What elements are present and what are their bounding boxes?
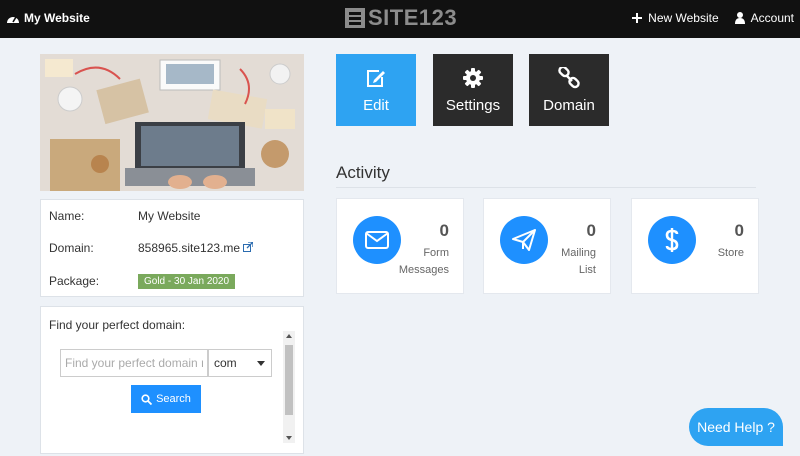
logo-text: SITE123 xyxy=(368,5,458,30)
site-name: My Website xyxy=(24,11,90,25)
search-button[interactable]: Search xyxy=(131,385,201,413)
activity-divider xyxy=(336,187,756,188)
dollar-icon xyxy=(648,216,696,264)
settings-label: Settings xyxy=(445,97,501,114)
search-icon xyxy=(141,393,153,405)
store-label: Store xyxy=(717,247,744,259)
top-bar: My Website SITE123 New Website Account xyxy=(0,0,800,38)
new-website-label: New Website xyxy=(648,11,719,25)
panel-scrollbar[interactable] xyxy=(283,331,295,443)
mailing-list-label-2: List xyxy=(578,264,596,276)
domain-label-text: Domain xyxy=(543,97,595,114)
link-icon xyxy=(558,67,580,89)
mailing-list-card[interactable]: 0 Mailing List xyxy=(483,198,611,294)
domain-label: Domain: xyxy=(49,241,94,255)
domain-search-input[interactable] xyxy=(60,349,208,377)
domain-link[interactable]: 858965.site123.me xyxy=(138,241,255,255)
user-icon xyxy=(734,12,745,24)
edit-icon xyxy=(367,70,385,87)
external-link-icon xyxy=(243,241,255,252)
mailing-list-label-1: Mailing xyxy=(561,247,596,259)
settings-button[interactable]: Settings xyxy=(433,54,513,126)
form-messages-label-1: Form xyxy=(423,247,449,259)
dashboard-icon xyxy=(7,16,19,23)
store-count: 0 xyxy=(734,221,744,240)
scroll-down-icon[interactable] xyxy=(286,436,292,440)
package-label: Package: xyxy=(49,274,100,288)
domain-search-panel: Find your perfect domain: com Search xyxy=(40,306,304,454)
tld-value: com xyxy=(214,356,237,370)
domain-search-title: Find your perfect domain: xyxy=(49,318,186,332)
need-help-button[interactable]: Need Help ? xyxy=(689,408,783,446)
search-button-label: Search xyxy=(156,393,191,405)
scroll-up-icon[interactable] xyxy=(286,334,292,338)
account-button[interactable]: Account xyxy=(734,11,794,25)
form-messages-count: 0 xyxy=(439,221,449,240)
plus-icon xyxy=(632,13,643,23)
site123-logo[interactable]: SITE123 xyxy=(345,7,457,29)
package-badge: Gold - 30 Jan 2020 xyxy=(138,274,236,289)
website-info-panel: Name: My Website Domain: 858965.site123.… xyxy=(40,199,304,297)
gear-icon xyxy=(463,68,483,88)
chevron-down-icon xyxy=(257,361,265,366)
form-messages-card[interactable]: 0 Form Messages xyxy=(336,198,464,294)
name-label: Name: xyxy=(49,209,85,223)
mailing-list-count: 0 xyxy=(586,221,596,240)
domain-button[interactable]: Domain xyxy=(529,54,609,126)
new-website-button[interactable]: New Website xyxy=(632,11,719,25)
store-card[interactable]: 0 Store xyxy=(631,198,759,294)
website-preview-image[interactable] xyxy=(40,54,304,191)
envelope-icon xyxy=(353,216,401,264)
paper-plane-icon xyxy=(500,216,548,264)
activity-heading: Activity xyxy=(336,163,390,182)
site-switcher[interactable]: My Website xyxy=(6,11,90,25)
tld-select[interactable]: com xyxy=(208,349,272,377)
form-messages-label-2: Messages xyxy=(398,264,449,276)
account-label: Account xyxy=(750,11,794,25)
name-value: My Website xyxy=(138,209,201,223)
domain-value: 858965.site123.me xyxy=(138,241,241,255)
edit-label: Edit xyxy=(363,97,389,114)
scroll-thumb[interactable] xyxy=(285,345,293,415)
logo-mark xyxy=(345,8,365,28)
edit-button[interactable]: Edit xyxy=(336,54,416,126)
